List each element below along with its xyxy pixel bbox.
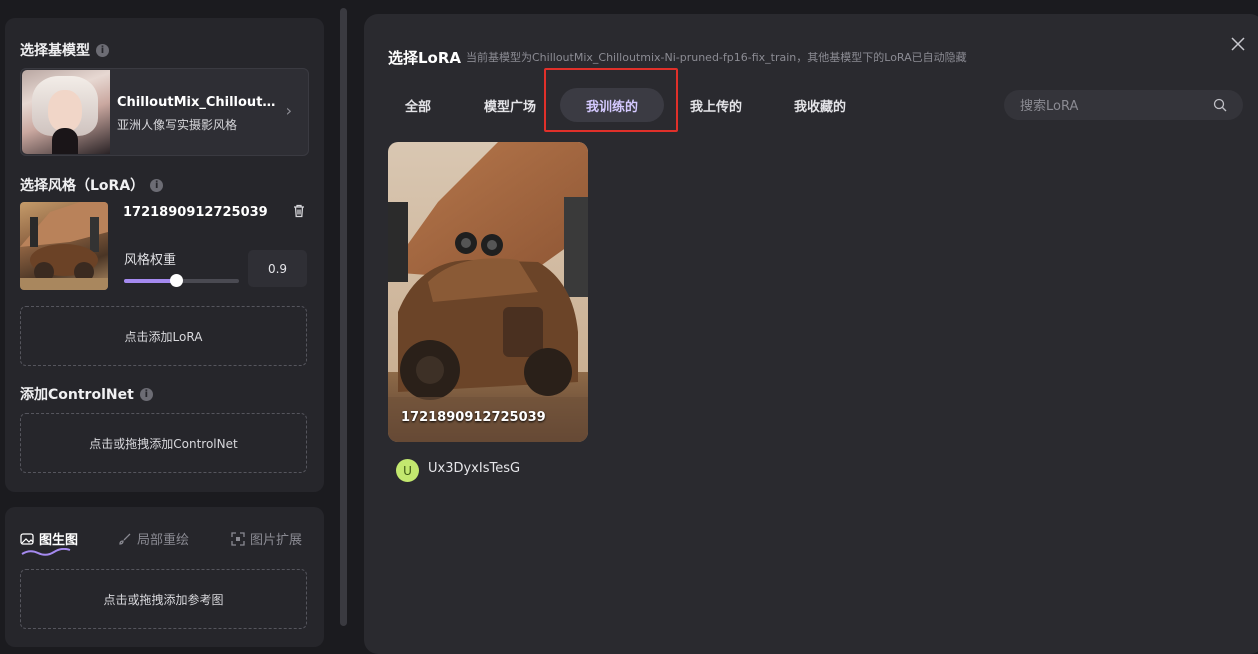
add-controlnet-dropzone[interactable]: 点击或拖拽添加ControlNet (20, 413, 307, 473)
info-icon[interactable]: i (96, 43, 109, 57)
dialog-title: 选择LoRA (388, 49, 462, 67)
scrollbar[interactable] (340, 8, 347, 626)
avatar[interactable]: U (396, 459, 419, 482)
tab-outpaint[interactable]: 图片扩展 (231, 529, 302, 548)
chevron-right-icon: › (285, 101, 292, 120)
controlnet-label: 添加ControlNet (20, 387, 134, 403)
search-box[interactable] (1004, 90, 1243, 122)
lora-name: 1721890912725039 (123, 205, 268, 220)
tab-my-favorites[interactable]: 我收藏的 (784, 88, 856, 122)
base-model-subtitle: 亚洲人像写实摄影风格 (117, 118, 238, 132)
add-reference-image-dropzone[interactable]: 点击或拖拽添加参考图 (20, 569, 307, 629)
tab-img2img-label: 图生图 (39, 533, 79, 548)
add-lora-button[interactable]: 点击添加LoRA (20, 306, 307, 366)
tab-model-square[interactable]: 模型广场 (472, 88, 548, 122)
base-model-selector[interactable]: ChilloutMix_ChilloutMix 亚洲人像写实摄影风格 › (20, 68, 309, 156)
author-name[interactable]: Ux3DyxIsTesG (428, 461, 520, 476)
lora-thumbnail (20, 202, 108, 290)
base-model-label: 选择基模型 (20, 43, 90, 59)
active-tab-underline (21, 548, 71, 556)
weight-slider[interactable] (124, 274, 239, 287)
base-model-name: ChilloutMix_ChilloutMix (117, 95, 277, 110)
tab-all[interactable]: 全部 (392, 88, 444, 122)
lora-section-title: 选择风格（LoRA） i (20, 175, 164, 195)
tab-my-uploaded[interactable]: 我上传的 (680, 88, 752, 122)
tab-img2img[interactable]: 图生图 (20, 529, 78, 548)
dialog-note: 当前基模型为ChilloutMix_Chilloutmix-Ni-pruned-… (466, 51, 967, 64)
weight-value-input[interactable]: 0.9 (248, 250, 307, 287)
close-icon[interactable] (1230, 36, 1246, 52)
base-model-section-title: 选择基模型 i (20, 40, 109, 60)
info-icon[interactable]: i (150, 178, 164, 192)
search-input[interactable] (1018, 90, 1202, 122)
tab-outpaint-label: 图片扩展 (250, 533, 303, 548)
left-settings-panel: 选择基模型 i ChilloutMix_ChilloutMix 亚洲人像写实摄影… (5, 18, 324, 492)
weight-label: 风格权重 (124, 253, 177, 268)
info-icon[interactable]: i (139, 387, 153, 401)
image-icon (20, 532, 34, 545)
controlnet-section-title: 添加ControlNet i (20, 384, 153, 404)
lora-select-dialog: 选择LoRA 当前基模型为ChilloutMix_Chilloutmix-Ni-… (364, 14, 1258, 654)
weight-slider-handle[interactable] (170, 274, 183, 287)
tab-inpaint-label: 局部重绘 (137, 533, 190, 548)
tab-inpaint[interactable]: 局部重绘 (118, 529, 189, 548)
lora-card-title: 1721890912725039 (401, 410, 546, 425)
expand-icon (231, 531, 245, 546)
mode-panel: 图生图 局部重绘 图片扩展 点击或拖拽添加参考图 (5, 507, 324, 647)
lora-card-image (388, 142, 588, 442)
lora-card[interactable]: 1721890912725039 (388, 142, 588, 442)
lora-label: 选择风格（LoRA） (20, 178, 145, 194)
weight-slider-fill (124, 279, 176, 283)
trash-icon[interactable] (292, 204, 306, 218)
search-icon[interactable] (1213, 98, 1227, 112)
highlight-annotation (544, 68, 678, 132)
base-model-thumbnail (22, 70, 110, 154)
brush-icon (119, 533, 131, 545)
